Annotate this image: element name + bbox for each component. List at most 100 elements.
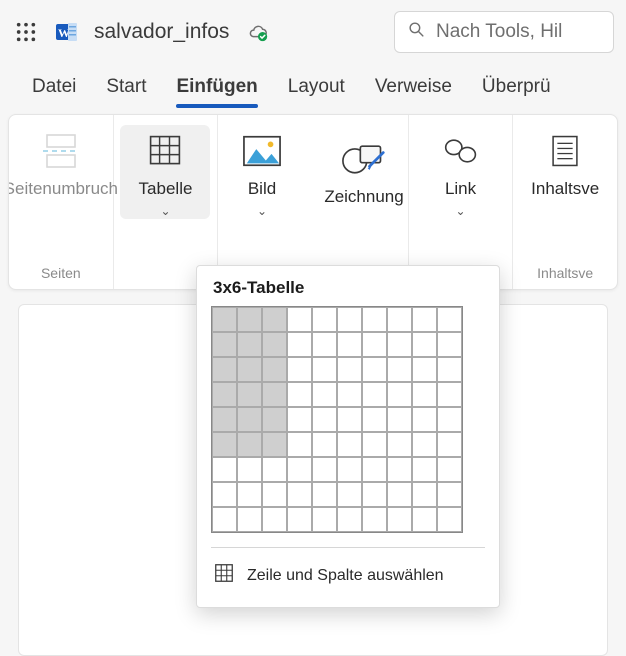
table-grid-cell[interactable]	[362, 407, 387, 432]
table-grid-cell[interactable]	[262, 432, 287, 457]
table-grid-cell[interactable]	[262, 482, 287, 507]
table-grid-cell[interactable]	[312, 332, 337, 357]
table-grid-cell[interactable]	[312, 307, 337, 332]
table-grid-cell[interactable]	[212, 457, 237, 482]
table-grid-cell[interactable]	[212, 332, 237, 357]
tab-start[interactable]: Start	[106, 70, 146, 108]
table-grid-cell[interactable]	[212, 432, 237, 457]
table-grid-cell[interactable]	[237, 332, 262, 357]
table-grid-cell[interactable]	[212, 482, 237, 507]
bild-button[interactable]: Bild⌄	[217, 125, 307, 219]
table-grid-cell[interactable]	[387, 307, 412, 332]
table-grid-cell[interactable]	[212, 382, 237, 407]
table-grid-cell[interactable]	[287, 357, 312, 382]
table-grid-cell[interactable]	[237, 407, 262, 432]
table-grid-cell[interactable]	[287, 457, 312, 482]
table-grid-cell[interactable]	[387, 332, 412, 357]
table-grid-cell[interactable]	[412, 332, 437, 357]
table-grid-cell[interactable]	[437, 507, 462, 532]
table-grid-cell[interactable]	[337, 382, 362, 407]
table-grid-cell[interactable]	[387, 432, 412, 457]
table-grid-cell[interactable]	[212, 357, 237, 382]
table-grid-cell[interactable]	[437, 407, 462, 432]
link-button[interactable]: Link⌄	[416, 125, 506, 219]
tabelle-button[interactable]: Tabelle⌄	[120, 125, 210, 219]
table-grid-cell[interactable]	[262, 457, 287, 482]
table-grid-cell[interactable]	[337, 457, 362, 482]
table-grid-cell[interactable]	[387, 507, 412, 532]
document-title[interactable]: salvador_infos	[94, 20, 229, 44]
table-grid-cell[interactable]	[362, 307, 387, 332]
table-grid-cell[interactable]	[312, 457, 337, 482]
table-grid-cell[interactable]	[362, 382, 387, 407]
table-grid-cell[interactable]	[337, 432, 362, 457]
table-grid-cell[interactable]	[437, 332, 462, 357]
table-grid-cell[interactable]	[287, 482, 312, 507]
table-grid-cell[interactable]	[412, 457, 437, 482]
tab-überprü[interactable]: Überprü	[482, 70, 551, 108]
table-grid-cell[interactable]	[387, 457, 412, 482]
table-grid-cell[interactable]	[437, 457, 462, 482]
table-grid-cell[interactable]	[262, 382, 287, 407]
table-grid-cell[interactable]	[412, 407, 437, 432]
table-grid-cell[interactable]	[312, 432, 337, 457]
table-grid-cell[interactable]	[237, 357, 262, 382]
table-grid-cell[interactable]	[437, 382, 462, 407]
table-grid-cell[interactable]	[412, 507, 437, 532]
table-grid-cell[interactable]	[312, 382, 337, 407]
table-grid-cell[interactable]	[362, 332, 387, 357]
tab-verweise[interactable]: Verweise	[375, 70, 452, 108]
table-grid-cell[interactable]	[337, 332, 362, 357]
table-size-grid[interactable]	[211, 306, 463, 533]
table-grid-cell[interactable]	[312, 357, 337, 382]
table-grid-cell[interactable]	[362, 457, 387, 482]
table-grid-cell[interactable]	[362, 357, 387, 382]
table-grid-cell[interactable]	[362, 482, 387, 507]
table-grid-cell[interactable]	[287, 432, 312, 457]
table-grid-cell[interactable]	[412, 382, 437, 407]
table-grid-cell[interactable]	[337, 357, 362, 382]
table-grid-cell[interactable]	[287, 382, 312, 407]
table-grid-cell[interactable]	[212, 307, 237, 332]
table-grid-cell[interactable]	[387, 407, 412, 432]
table-grid-cell[interactable]	[212, 507, 237, 532]
table-grid-cell[interactable]	[387, 382, 412, 407]
table-grid-cell[interactable]	[387, 482, 412, 507]
app-launcher-icon[interactable]	[12, 18, 40, 46]
table-grid-cell[interactable]	[437, 432, 462, 457]
table-grid-cell[interactable]	[237, 432, 262, 457]
tab-layout[interactable]: Layout	[288, 70, 345, 108]
cloud-sync-icon[interactable]	[247, 21, 269, 43]
table-grid-cell[interactable]	[362, 507, 387, 532]
table-grid-cell[interactable]	[412, 307, 437, 332]
table-grid-cell[interactable]	[287, 307, 312, 332]
table-grid-cell[interactable]	[262, 332, 287, 357]
table-grid-cell[interactable]	[362, 432, 387, 457]
tab-datei[interactable]: Datei	[32, 70, 76, 108]
table-grid-cell[interactable]	[237, 482, 262, 507]
table-grid-cell[interactable]	[287, 507, 312, 532]
table-grid-cell[interactable]	[262, 407, 287, 432]
select-row-column-button[interactable]: Zeile und Spalte auswählen	[211, 558, 485, 593]
table-grid-cell[interactable]	[237, 507, 262, 532]
table-grid-cell[interactable]	[262, 307, 287, 332]
table-grid-cell[interactable]	[262, 507, 287, 532]
table-grid-cell[interactable]	[437, 482, 462, 507]
table-grid-cell[interactable]	[287, 332, 312, 357]
tab-einfügen[interactable]: Einfügen	[176, 70, 257, 108]
table-grid-cell[interactable]	[337, 507, 362, 532]
table-grid-cell[interactable]	[312, 482, 337, 507]
table-grid-cell[interactable]	[237, 457, 262, 482]
search-box[interactable]: Nach Tools, Hil	[394, 11, 614, 53]
table-grid-cell[interactable]	[287, 407, 312, 432]
table-grid-cell[interactable]	[237, 382, 262, 407]
table-grid-cell[interactable]	[437, 307, 462, 332]
table-grid-cell[interactable]	[312, 407, 337, 432]
table-grid-cell[interactable]	[337, 407, 362, 432]
table-grid-cell[interactable]	[412, 357, 437, 382]
table-grid-cell[interactable]	[237, 307, 262, 332]
table-grid-cell[interactable]	[212, 407, 237, 432]
table-grid-cell[interactable]	[437, 357, 462, 382]
table-grid-cell[interactable]	[412, 482, 437, 507]
table-grid-cell[interactable]	[312, 507, 337, 532]
